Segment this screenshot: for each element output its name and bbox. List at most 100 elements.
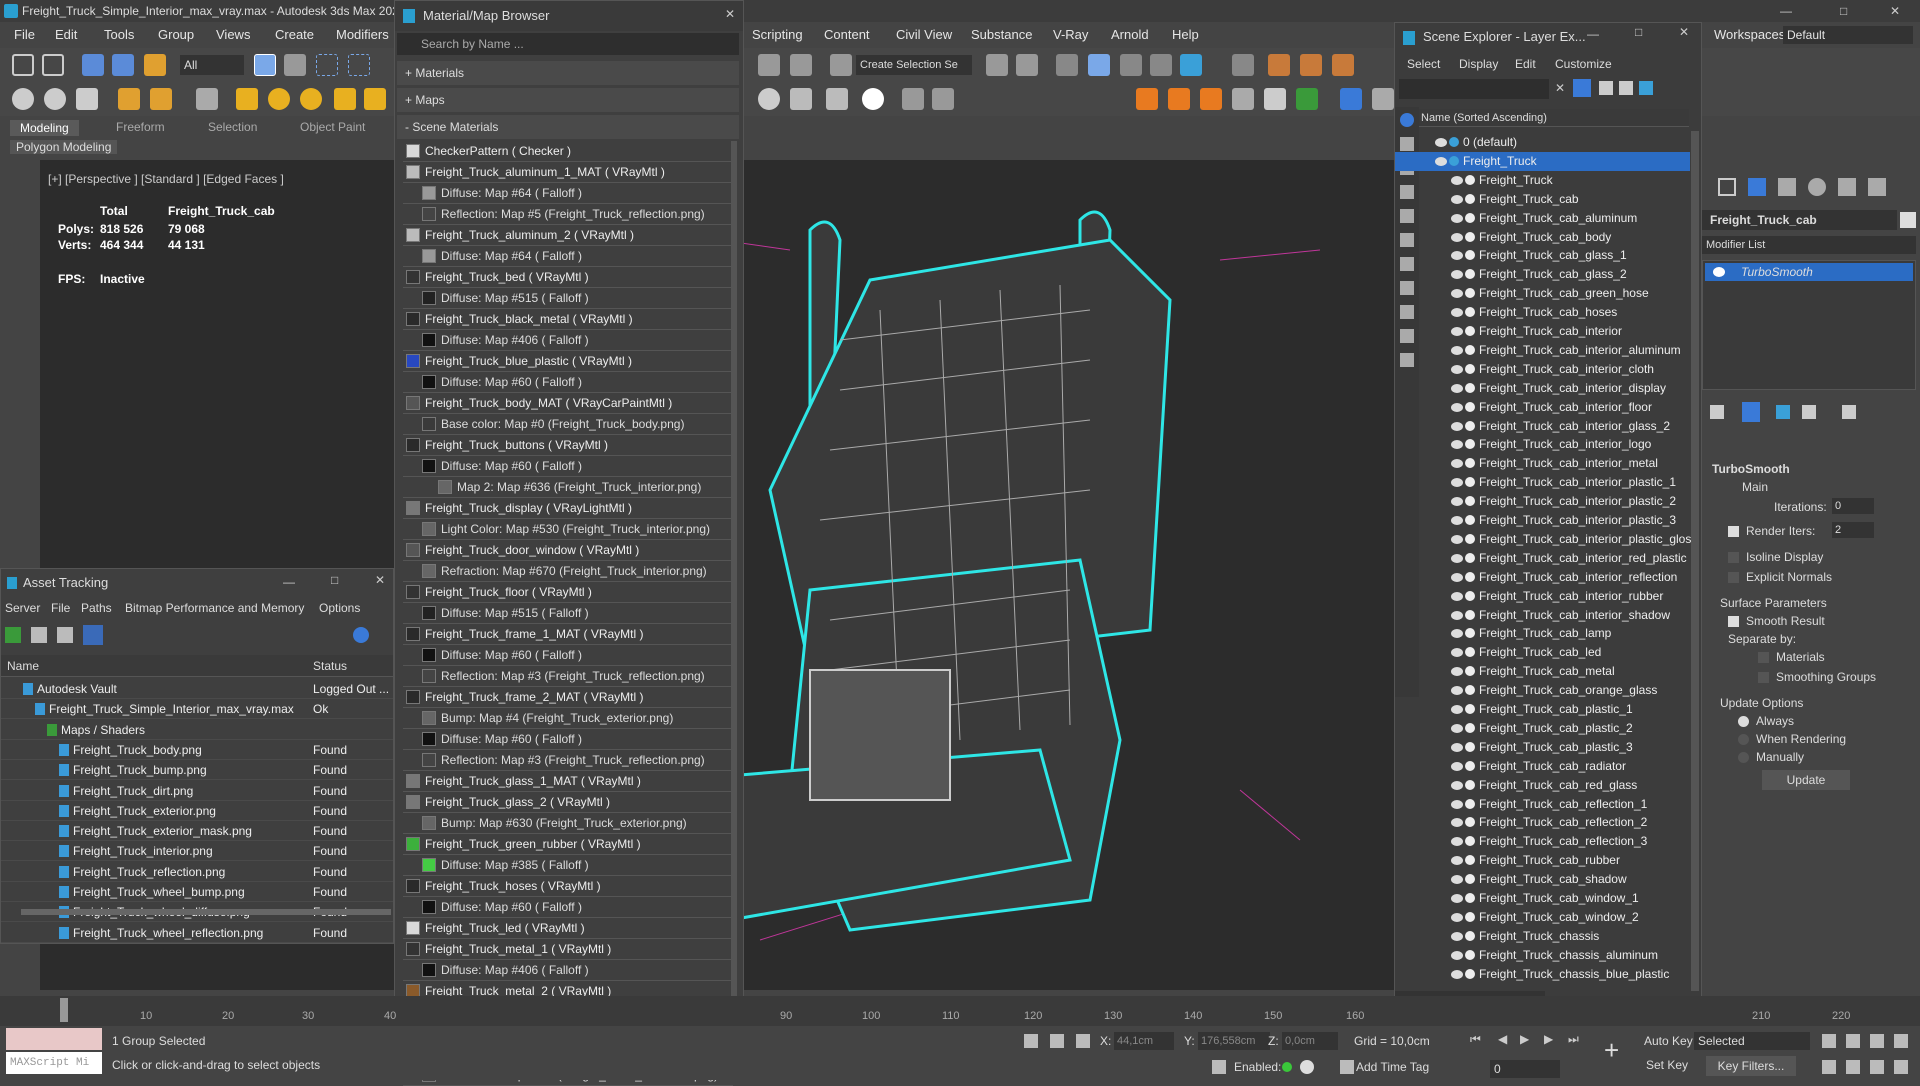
asset-row[interactable]: Freight_Truck_body.png Found [1, 740, 393, 760]
zoom-extents-icon[interactable] [1870, 1034, 1884, 1048]
maximize-icon[interactable]: □ [1840, 0, 1847, 22]
map-item[interactable]: Diffuse: Map #406 ( Falloff ) [403, 330, 733, 351]
scene-explorer-toggle-icon[interactable] [1056, 54, 1078, 76]
object-row[interactable]: Freight_Truck_cab_interior_shadow [1395, 606, 1690, 625]
cylinder-icon[interactable] [118, 88, 140, 110]
frame-buffer-icon[interactable] [1136, 88, 1158, 110]
se-maximize-icon[interactable]: □ [1635, 25, 1642, 39]
visibility-eye-icon[interactable] [1451, 289, 1463, 299]
turbosmooth-stack-item[interactable]: TurboSmooth [1705, 263, 1913, 281]
visibility-eye-icon[interactable] [1451, 345, 1463, 355]
object-row[interactable]: Freight_Truck_cab_green_hose [1395, 284, 1690, 303]
visibility-eye-icon[interactable] [1451, 194, 1463, 204]
fur-icon[interactable] [902, 88, 924, 110]
map-item[interactable]: Diffuse: Map #60 ( Falloff ) [403, 897, 733, 918]
rectangular-selection-icon[interactable] [316, 54, 338, 76]
toggle-ribbon-icon[interactable] [1120, 54, 1142, 76]
display-none-icon[interactable] [1400, 113, 1414, 127]
visibility-eye-icon[interactable] [1451, 421, 1463, 431]
visibility-eye-icon[interactable] [1451, 534, 1463, 544]
selection-lock-icon[interactable] [1050, 1034, 1064, 1048]
schematic-view-icon[interactable] [1180, 54, 1202, 76]
visibility-eye-icon[interactable] [1451, 440, 1463, 450]
menu-tools[interactable]: Tools [104, 27, 134, 42]
visibility-eye-icon[interactable] [1451, 780, 1463, 790]
workspaces-dropdown[interactable]: Default [1783, 26, 1913, 44]
percent-snap-icon[interactable] [758, 54, 780, 76]
material-item[interactable]: Freight_Truck_led ( VRayMtl ) [403, 918, 733, 939]
info-icon[interactable] [1300, 1060, 1314, 1074]
object-row[interactable]: Freight_Truck_cab_orange_glass [1395, 681, 1690, 700]
object-row[interactable]: Freight_Truck_cab_plastic_1 [1395, 700, 1690, 719]
at-menu-server[interactable]: Server [5, 601, 40, 615]
object-row[interactable]: Freight_Truck_chassis [1395, 927, 1690, 946]
material-item[interactable]: Freight_Truck_aluminum_2 ( VRayMtl ) [403, 225, 733, 246]
always-radio[interactable] [1738, 716, 1749, 727]
visibility-eye-icon[interactable] [1451, 516, 1463, 525]
teapot-icon[interactable] [12, 88, 34, 110]
time-tag-icon[interactable] [1212, 1060, 1226, 1074]
visibility-eye-icon[interactable] [1451, 572, 1463, 582]
goto-start-icon[interactable]: ⏮ [1470, 1032, 1481, 1047]
asset-row[interactable]: Freight_Truck_bump.png Found [1, 760, 393, 781]
tab-modeling[interactable]: Modeling [10, 120, 79, 136]
menu-create[interactable]: Create [275, 27, 314, 42]
maximize-viewport-icon[interactable] [1894, 1060, 1908, 1074]
object-row[interactable]: Freight_Truck_cab_lamp [1395, 624, 1690, 643]
object-row[interactable]: Freight_Truck_cab_interior [1395, 322, 1690, 341]
menu-scripting[interactable]: Scripting [752, 27, 803, 42]
rendered-frame-icon[interactable] [1300, 54, 1322, 76]
maxscript-mini-listener[interactable]: MAXScript Mi [6, 1052, 102, 1074]
object-row[interactable]: Freight_Truck_cab_interior_plastic_gloss [1395, 530, 1697, 549]
visibility-eye-icon[interactable] [1451, 459, 1463, 469]
visibility-eye-icon[interactable] [1451, 591, 1463, 601]
asset-maximize-icon[interactable]: □ [331, 573, 338, 587]
material-editor-icon[interactable] [1232, 54, 1254, 76]
goto-end-icon[interactable]: ⏭ [1568, 1032, 1579, 1047]
asset-minimize-icon[interactable]: — [283, 575, 295, 589]
menu-views[interactable]: Views [216, 27, 250, 42]
asset-row[interactable]: Freight_Truck_interior.png Found [1, 841, 393, 862]
object-row[interactable]: Freight_Truck_cab_window_1 [1395, 889, 1690, 908]
close-icon[interactable]: ✕ [1890, 0, 1900, 22]
asset-row[interactable]: Autodesk Vault Logged Out ... [1, 679, 393, 699]
visibility-eye-icon[interactable] [1451, 742, 1463, 752]
motion-tab-icon[interactable] [1808, 178, 1826, 196]
se-layers-icon[interactable] [1639, 81, 1653, 95]
visibility-eye-icon[interactable] [1451, 648, 1463, 658]
map-item[interactable]: Diffuse: Map #406 ( Falloff ) [403, 960, 733, 981]
refresh-icon[interactable] [5, 627, 21, 643]
modifier-list-dropdown[interactable]: Modifier List [1702, 236, 1916, 254]
asset-row[interactable]: Freight_Truck_dirt.png Found [1, 781, 393, 801]
se-column-header[interactable]: Name (Sorted Ascending) [1419, 109, 1689, 127]
material-search-input[interactable]: Search by Name ... [397, 33, 739, 55]
material-item[interactable]: Freight_Truck_buttons ( VRayMtl ) [403, 435, 733, 456]
object-row[interactable]: Freight_Truck_cab_radiator [1395, 757, 1690, 776]
iterations-spinner[interactable]: 0 [1832, 498, 1874, 514]
show-end-result-icon[interactable] [1742, 402, 1760, 422]
asset-row[interactable]: Freight_Truck_reflection.png Found [1, 862, 393, 882]
map-item[interactable]: Base color: Map #0 (Freight_Truck_body.p… [403, 414, 733, 435]
browser-close-icon[interactable]: ✕ [725, 7, 735, 21]
object-row[interactable]: Freight_Truck_cab_window_2 [1395, 908, 1690, 927]
object-row[interactable]: Freight_Truck_cab_interior_reflection [1395, 568, 1690, 587]
object-row[interactable]: Freight_Truck [1395, 171, 1690, 190]
render-iters-spinner[interactable]: 2 [1832, 522, 1874, 538]
object-row[interactable]: Freight_Truck_cab_interior_red_plastic [1395, 549, 1690, 568]
object-row[interactable]: Freight_Truck_cab_rubber [1395, 851, 1690, 870]
col-name[interactable]: Name [7, 659, 39, 673]
auto-key-button[interactable]: Auto Key [1644, 1034, 1693, 1048]
configure-sets-icon[interactable] [1842, 405, 1856, 419]
menu-edit[interactable]: Edit [55, 27, 77, 42]
map-item[interactable]: Map 2: Map #636 (Freight_Truck_interior.… [403, 477, 733, 498]
selection-filter-dropdown[interactable]: All [180, 55, 244, 75]
se-add-layer-icon[interactable] [1619, 81, 1633, 95]
window-crossing-icon[interactable] [348, 54, 370, 76]
asset-row[interactable]: Freight_Truck_Simple_Interior_max_vray.m… [1, 699, 393, 720]
asset-row[interactable]: Freight_Truck_wheel_reflection.png Found [1, 923, 393, 943]
bind-spacewarp-icon[interactable] [144, 54, 166, 76]
object-row[interactable]: Freight_Truck_cab_interior_metal [1395, 454, 1690, 473]
smooth-result-checkbox[interactable] [1728, 616, 1739, 627]
object-row[interactable]: Freight_Truck_cab_glass_1 [1395, 246, 1690, 265]
menu-help[interactable]: Help [1172, 27, 1199, 42]
